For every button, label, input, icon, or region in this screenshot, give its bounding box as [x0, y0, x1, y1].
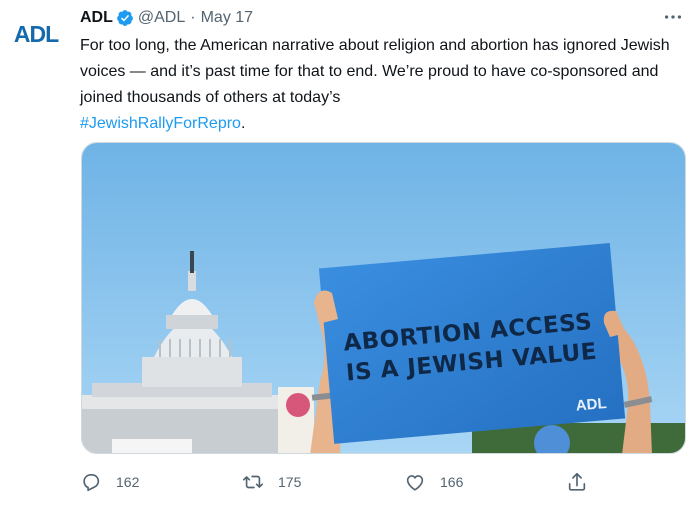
tweet-text: For too long, the American narrative abo…: [80, 33, 685, 137]
like-icon: [406, 475, 424, 491]
like-button[interactable]: 166: [404, 466, 463, 498]
retweet-count: 175: [278, 474, 302, 490]
reply-count: 162: [116, 474, 140, 490]
sign-logo: ADL: [575, 395, 607, 415]
tweet-text-end: .: [240, 115, 246, 132]
author-name[interactable]: ADL: [80, 9, 113, 27]
avatar-logo: ADL: [13, 20, 59, 47]
author-handle[interactable]: @ADL: [138, 9, 185, 27]
protest-sign: ABORTION ACCESS IS A JEWISH VALUE ADL: [318, 243, 626, 444]
action-bar: 162 175 166: [80, 466, 600, 498]
reply-icon: [83, 474, 100, 492]
tweet-text-main: For too long, the American narrative abo…: [80, 37, 670, 106]
rally-photo: ABORTION ACCESS IS A JEWISH VALUE ADL: [82, 143, 685, 453]
like-count: 166: [440, 474, 464, 490]
separator-dot: ·: [190, 9, 196, 26]
share-button[interactable]: [566, 466, 588, 498]
verified-badge-icon: [117, 10, 133, 26]
avatar[interactable]: ADL: [4, 2, 68, 66]
background-flower: [286, 393, 310, 417]
hashtag-link[interactable]: #JewishRallyForRepro: [80, 115, 241, 132]
tweet[interactable]: ADL ADL @ADL · May 17 For too long, the …: [0, 0, 696, 514]
retweet-button[interactable]: 175: [242, 466, 301, 498]
tweet-image[interactable]: ABORTION ACCESS IS A JEWISH VALUE ADL: [81, 142, 686, 454]
tweet-header: ADL @ADL · May 17: [80, 7, 253, 29]
more-icon[interactable]: [662, 6, 684, 28]
retweet-icon: [243, 475, 263, 489]
share-icon: [568, 472, 586, 491]
tweet-date[interactable]: May 17: [201, 9, 253, 27]
reply-button[interactable]: 162: [80, 466, 139, 498]
